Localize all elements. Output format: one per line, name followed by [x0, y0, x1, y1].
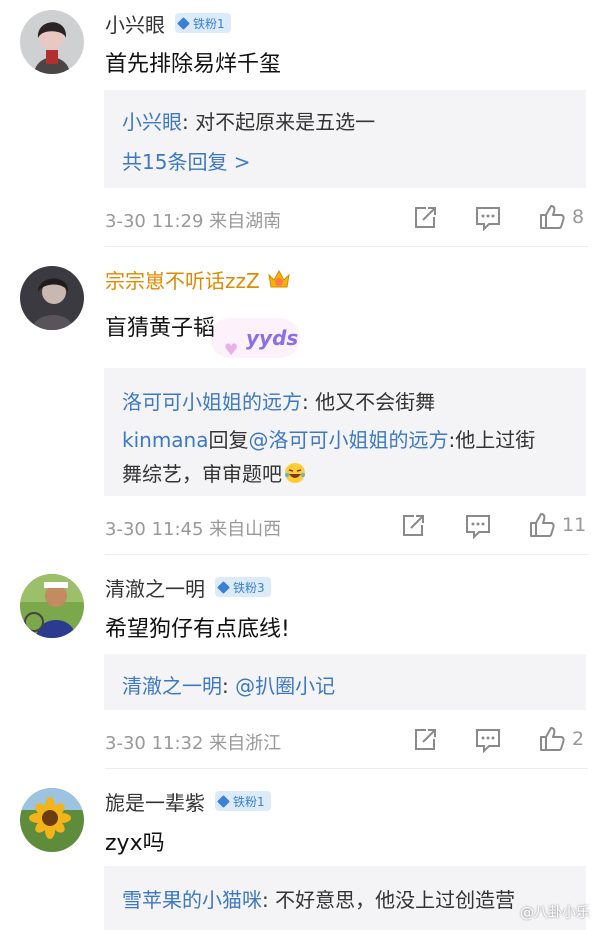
watermark: @八卦小乐	[520, 905, 590, 921]
reply-line: 清澈之一明: @扒圈小记	[122, 670, 335, 699]
reply-line: 小兴眼: 对不起原来是五选一	[122, 106, 375, 135]
like-count: 8	[572, 206, 585, 228]
reply-line: 舞综艺，审审题吧	[122, 458, 306, 487]
like-button[interactable]: 11	[528, 512, 586, 538]
like-icon	[540, 727, 565, 751]
reply-line: 雪苹果的小猫咪: 不好意思，他没上过创造营	[122, 884, 515, 913]
reply-box[interactable]: 雪苹果的小猫咪: 不好意思，他没上过创造营	[104, 866, 586, 930]
name-row: 宗宗崽不听话zzZ	[105, 265, 292, 293]
avatar[interactable]	[20, 266, 84, 330]
comment-meta: 3-30 11:32 来自浙江	[105, 733, 282, 754]
reply-text: :	[222, 674, 236, 698]
comment-icon	[476, 207, 500, 231]
reply-text: : 不好意思，他没上过创造营	[262, 888, 516, 912]
username[interactable]: 旎是一辈紫	[105, 787, 205, 816]
comment-icon	[476, 729, 500, 753]
comment-icon	[466, 515, 490, 539]
comment-text: zyx吗	[105, 831, 165, 856]
avatar[interactable]	[20, 10, 84, 74]
reply-text: 舞综艺，审审题吧	[122, 462, 282, 486]
reply-username[interactable]: 小兴眼	[122, 110, 182, 134]
mention-link[interactable]: @扒圈小记	[235, 674, 335, 698]
fan-badge-label: 铁粉1	[193, 16, 225, 31]
reply-text: : 他又不会街舞	[302, 390, 436, 414]
comment-text: 首先排除易烊千玺	[105, 52, 282, 77]
reply-box[interactable]: 洛可可小姐姐的远方: 他又不会街舞 kinmana回复@洛可可小姐姐的远方:他上…	[104, 368, 586, 496]
share-button[interactable]	[412, 727, 438, 753]
diamond-icon	[217, 580, 230, 594]
reply-username[interactable]: 清澈之一明	[122, 674, 222, 698]
name-row: 旎是一辈紫 铁粉1	[105, 787, 271, 815]
like-icon	[540, 205, 565, 229]
fan-badge: 铁粉3	[215, 577, 271, 597]
divider	[105, 554, 588, 555]
yyds-sticker: yyds	[246, 326, 299, 350]
share-button[interactable]	[400, 513, 426, 539]
comment-button[interactable]	[464, 513, 492, 539]
heart-icon: ♥	[224, 340, 239, 359]
reply-line: 洛可可小姐姐的远方: 他又不会街舞	[122, 386, 435, 415]
laughing-emoji-icon	[285, 463, 305, 483]
reply-text: :他上过街	[448, 428, 536, 452]
username[interactable]: 清澈之一明	[105, 573, 205, 602]
reply-text: 回复	[208, 428, 249, 452]
comment-text: 盲猜黄子韬	[105, 316, 216, 341]
share-icon	[415, 207, 436, 228]
fan-badge-label: 铁粉3	[233, 580, 265, 595]
reply-box[interactable]: 清澈之一明: @扒圈小记	[104, 654, 586, 710]
name-row: 小兴眼 铁粉1	[105, 9, 231, 37]
like-count: 2	[572, 728, 585, 750]
comment-button[interactable]	[474, 727, 502, 753]
like-icon	[530, 513, 555, 537]
like-count: 11	[562, 514, 587, 536]
name-row: 清澈之一明 铁粉3	[105, 573, 271, 601]
share-icon	[403, 515, 424, 536]
fan-badge: 铁粉1	[215, 791, 271, 811]
comment-meta: 3-30 11:29 来自湖南	[105, 211, 282, 232]
username[interactable]: 宗宗崽不听话zzZ	[105, 265, 260, 294]
avatar[interactable]	[20, 788, 84, 852]
share-button[interactable]	[412, 205, 438, 231]
crown-badge-icon	[267, 269, 290, 288]
fan-badge-label: 铁粉1	[233, 794, 265, 809]
more-replies-link[interactable]: 共15条回复 >	[122, 146, 251, 175]
reply-username[interactable]: 雪苹果的小猫咪	[122, 888, 262, 912]
diamond-icon	[217, 794, 230, 808]
reply-username[interactable]: 洛可可小姐姐的远方	[122, 390, 302, 414]
reply-username[interactable]: kinmana	[122, 428, 208, 452]
diamond-icon	[177, 16, 190, 30]
comment-meta: 3-30 11:45 来自山西	[105, 519, 282, 540]
reply-line: kinmana回复@洛可可小姐姐的远方:他上过街	[122, 424, 535, 453]
avatar[interactable]	[20, 574, 84, 638]
share-icon	[415, 729, 436, 750]
like-button[interactable]: 2	[538, 726, 584, 752]
comment-text: 希望狗仔有点底线!	[105, 617, 290, 642]
reply-box[interactable]: 小兴眼: 对不起原来是五选一 共15条回复 >	[104, 90, 586, 188]
fan-badge: 铁粉1	[175, 13, 231, 33]
like-button[interactable]: 8	[538, 204, 584, 230]
mention-link[interactable]: @洛可可小姐姐的远方	[248, 428, 448, 452]
reply-text: : 对不起原来是五选一	[182, 110, 376, 134]
divider	[105, 768, 588, 769]
username[interactable]: 小兴眼	[105, 9, 165, 38]
divider	[105, 246, 588, 247]
comment-button[interactable]	[474, 205, 502, 231]
